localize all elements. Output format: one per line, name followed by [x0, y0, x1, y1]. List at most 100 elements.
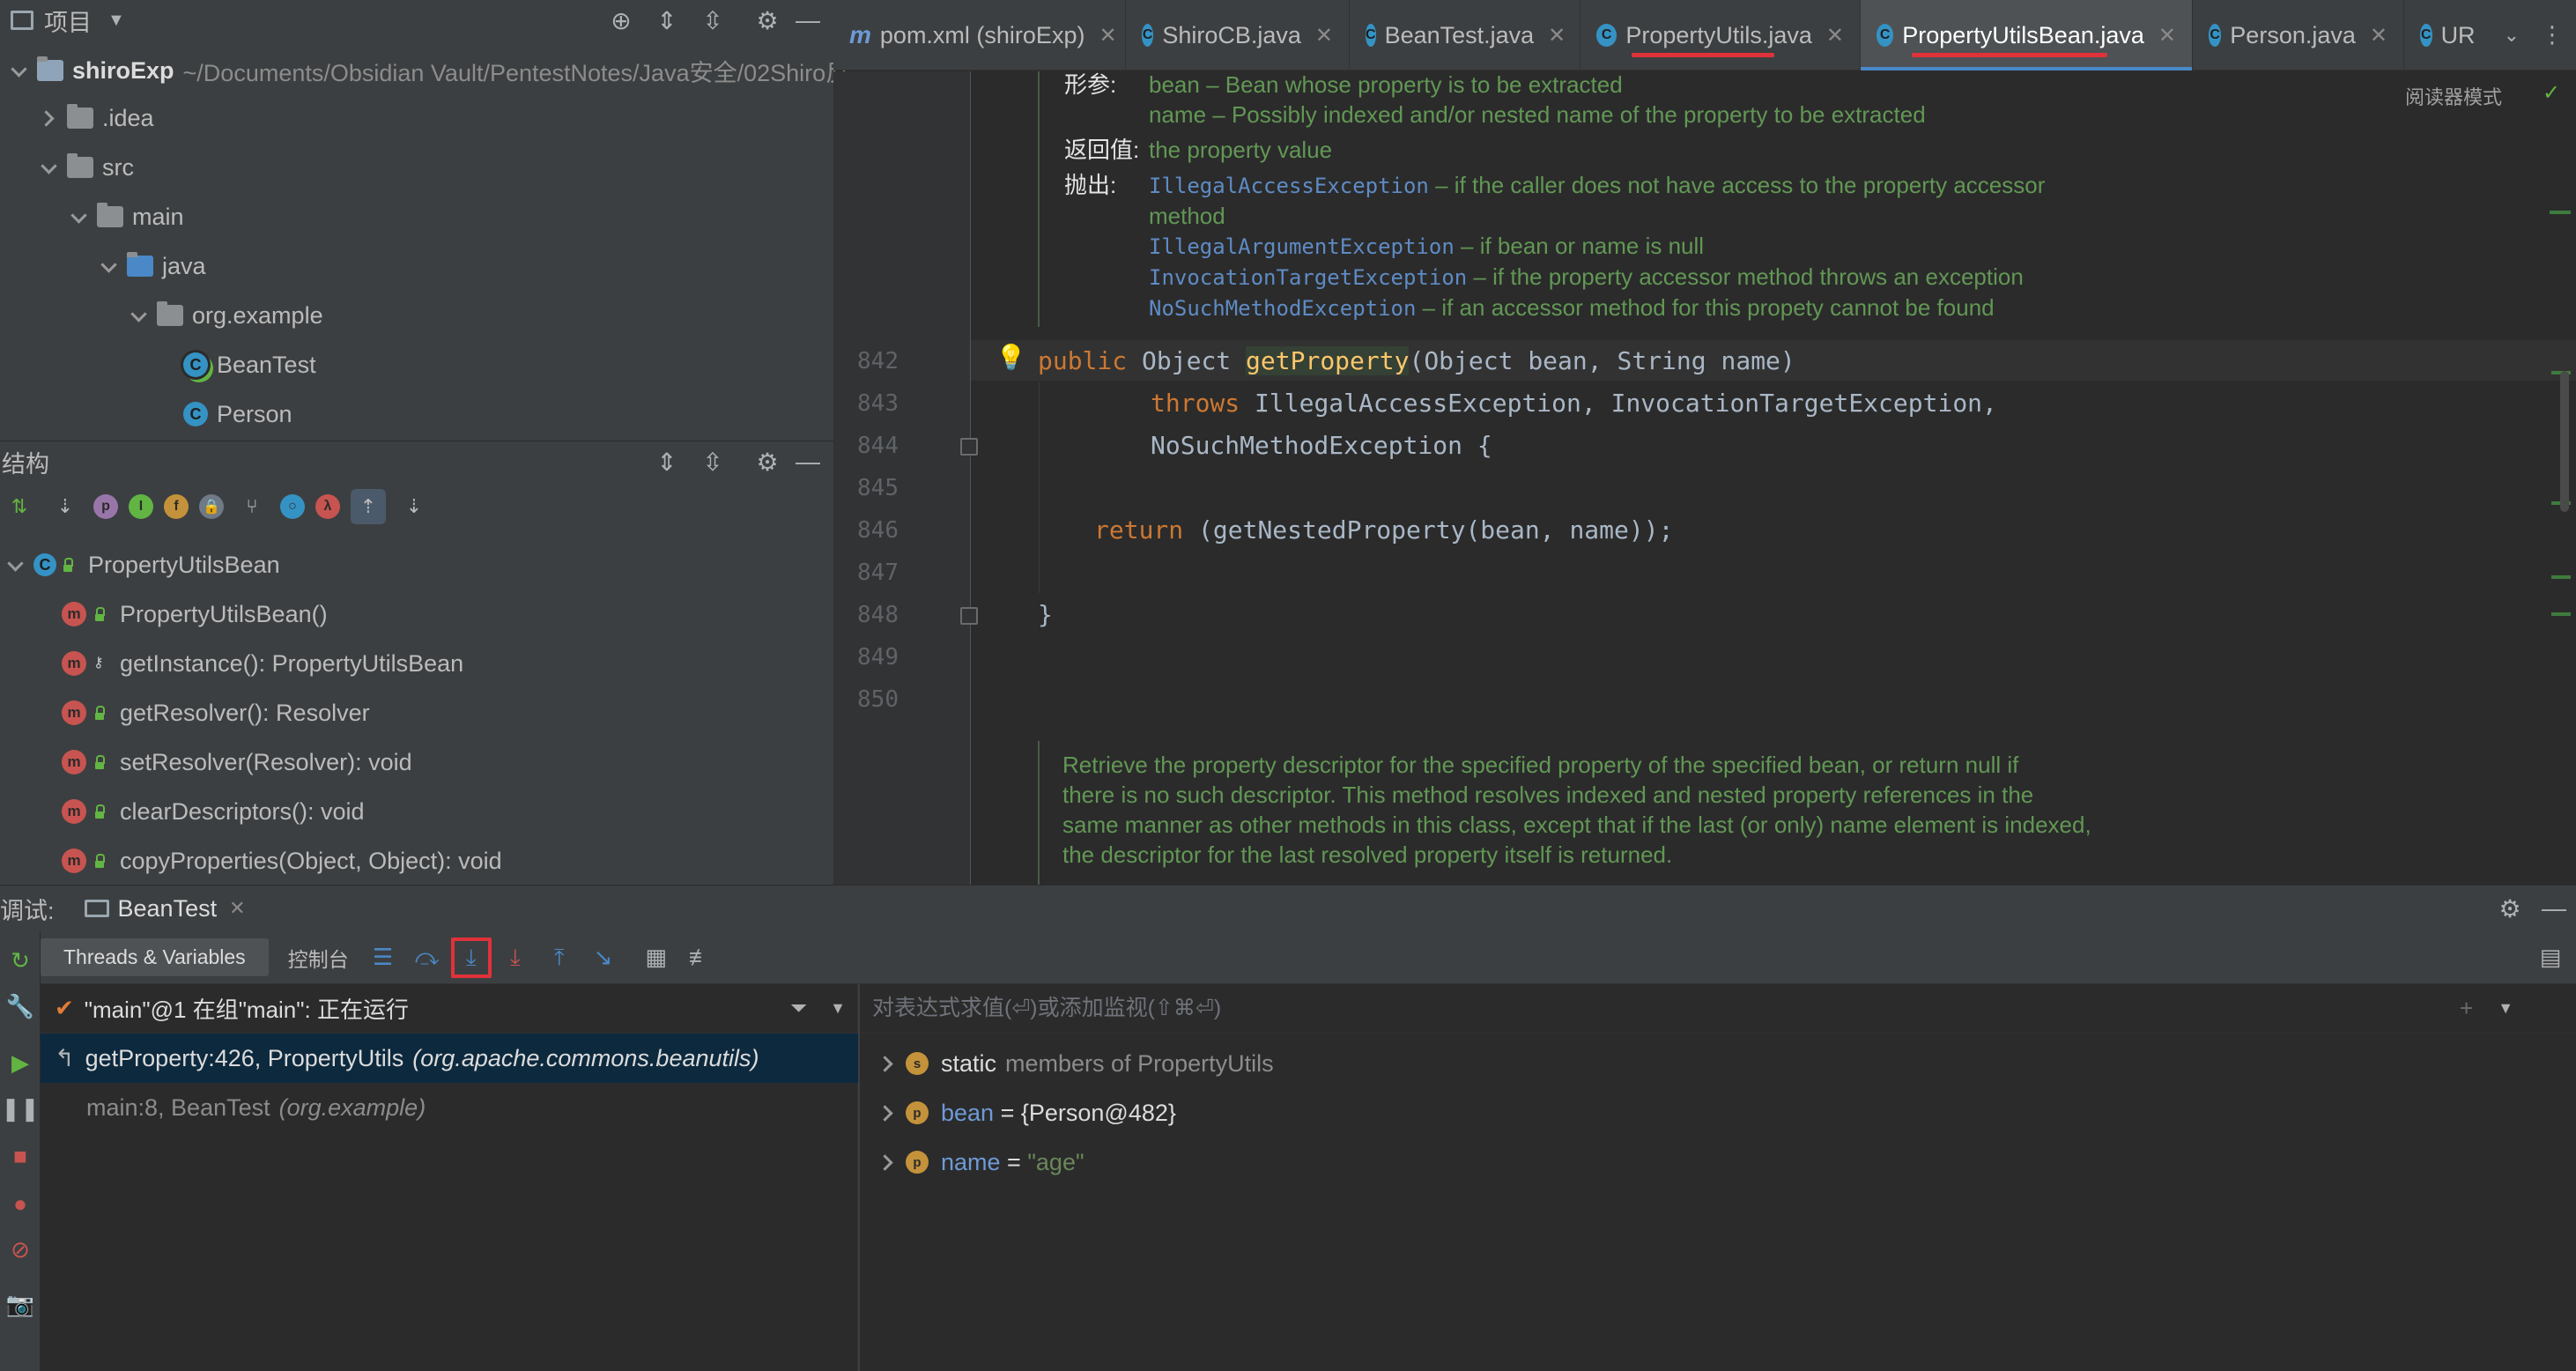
- evaluate-expression-input[interactable]: [872, 990, 2440, 1026]
- chevron-right-icon[interactable]: [877, 1152, 897, 1172]
- gear-icon[interactable]: ⚙: [752, 5, 782, 35]
- resume-icon[interactable]: ▶: [0, 1042, 41, 1083]
- force-step-into-icon[interactable]: ⤓: [495, 937, 536, 978]
- view-breakpoints-icon[interactable]: ●: [0, 1183, 41, 1224]
- variable-row-bean[interactable]: p bean = {Person@482}: [877, 1088, 1176, 1138]
- tree-item-idea[interactable]: .idea: [39, 93, 154, 143]
- structure-member[interactable]: m PropertyUtilsBean(): [62, 589, 328, 639]
- wrench-icon[interactable]: 🔧: [0, 986, 41, 1026]
- chevron-down-icon[interactable]: [9, 61, 28, 80]
- pause-icon[interactable]: ❚❚: [0, 1088, 41, 1129]
- stop-icon[interactable]: ■: [0, 1136, 41, 1176]
- show-non-public-icon[interactable]: 🔒: [199, 494, 224, 519]
- chevron-down-icon[interactable]: [39, 158, 58, 177]
- evaluate-expression-icon[interactable]: ▦: [636, 937, 677, 978]
- tab-threads-variables[interactable]: Threads & Variables: [41, 938, 269, 976]
- chevron-down-icon[interactable]: [99, 256, 118, 276]
- collapse-all-icon[interactable]: ⇳: [698, 5, 728, 35]
- tab-console[interactable]: 控制台: [288, 943, 349, 973]
- close-icon[interactable]: ✕: [2370, 23, 2387, 48]
- close-icon[interactable]: ✕: [1315, 23, 1333, 48]
- minimize-icon[interactable]: —: [793, 5, 823, 35]
- chevron-down-icon[interactable]: [5, 555, 25, 574]
- structure-member[interactable]: m setResolver(Resolver): void: [62, 737, 412, 787]
- tree-item-person[interactable]: C Person: [183, 389, 292, 439]
- mute-breakpoints-icon[interactable]: ⊘: [0, 1229, 41, 1270]
- layout-icon[interactable]: ▤: [2530, 937, 2571, 978]
- variable-row-static[interactable]: s static members of PropertyUtils: [877, 1039, 1274, 1088]
- hierarchy-icon[interactable]: ⑂: [234, 489, 270, 524]
- step-out-icon[interactable]: ⤒: [539, 937, 580, 978]
- tree-item-package[interactable]: org.example: [129, 291, 323, 340]
- camera-icon[interactable]: 📷: [0, 1284, 41, 1324]
- chevron-down-icon[interactable]: ▼: [2498, 999, 2513, 1018]
- close-icon[interactable]: ✕: [1826, 23, 1844, 48]
- tab-list-button[interactable]: ⌄ ⋮: [2491, 0, 2576, 70]
- locate-icon[interactable]: ⊕: [606, 5, 636, 35]
- chevron-down-icon[interactable]: ▼: [830, 999, 846, 1018]
- tab-propertyutilsbean[interactable]: C PropertyUtilsBean.java ✕: [1861, 0, 2193, 70]
- tree-item-beantest[interactable]: C BeanTest: [183, 340, 316, 389]
- close-icon[interactable]: ✕: [1548, 23, 1566, 48]
- structure-member[interactable]: m copyProperties(Object, Object): void: [62, 836, 502, 886]
- more-icon[interactable]: ⋮: [2541, 21, 2564, 48]
- tab-propertyutils[interactable]: C PropertyUtils.java ✕: [1580, 0, 1861, 70]
- step-over-icon[interactable]: ⤼: [407, 937, 448, 978]
- show-anonymous-icon[interactable]: ○: [280, 494, 305, 519]
- lightbulb-icon[interactable]: 💡: [996, 343, 1026, 372]
- tree-item-main[interactable]: main: [69, 192, 184, 241]
- exception-link[interactable]: NoSuchMethodException: [1149, 296, 1416, 321]
- close-icon[interactable]: ✕: [229, 897, 245, 920]
- expand-all-icon[interactable]: ⇕: [652, 447, 682, 477]
- close-icon[interactable]: ✕: [2158, 23, 2176, 48]
- project-panel-title[interactable]: 项目: [44, 4, 92, 38]
- scrollbar-thumb[interactable]: [2560, 371, 2569, 512]
- sort-alphabetically-icon[interactable]: ⇣: [48, 489, 83, 524]
- menu-icon[interactable]: ☰: [363, 937, 403, 978]
- tree-item-src[interactable]: src: [39, 143, 134, 192]
- fold-icon[interactable]: [960, 607, 978, 625]
- autoscroll-to-source-icon[interactable]: ⇡: [351, 489, 386, 524]
- chevron-right-icon[interactable]: [39, 108, 58, 128]
- trace-icon[interactable]: ≢: [680, 937, 721, 978]
- collapse-all-icon[interactable]: ⇳: [698, 447, 728, 477]
- chevron-down-icon[interactable]: ▼: [107, 11, 125, 31]
- tab-person[interactable]: C Person.java ✕: [2193, 0, 2404, 70]
- close-icon[interactable]: ✕: [1099, 23, 1116, 48]
- tab-beantest[interactable]: C BeanTest.java ✕: [1350, 0, 1580, 70]
- project-view-icon[interactable]: [11, 11, 33, 30]
- sort-by-visibility-icon[interactable]: ⇅: [2, 489, 37, 524]
- run-to-cursor-icon[interactable]: ↘: [583, 937, 624, 978]
- show-properties-icon[interactable]: p: [93, 494, 118, 519]
- structure-member[interactable]: m clearDescriptors(): void: [62, 787, 365, 836]
- chevron-right-icon[interactable]: [877, 1103, 897, 1123]
- chevron-down-icon[interactable]: [69, 207, 88, 226]
- reader-mode-button[interactable]: 阅读器模式: [2405, 82, 2502, 110]
- variable-row-name[interactable]: p name = "age": [877, 1138, 1084, 1187]
- rerun-icon[interactable]: ↻: [0, 940, 41, 981]
- code-editor[interactable]: 阅读器模式 ✓ 形参: bean – Bean whose property is…: [833, 71, 2576, 885]
- minimize-icon[interactable]: —: [2539, 893, 2569, 923]
- chevron-down-icon[interactable]: ⌄: [2504, 24, 2520, 47]
- gear-icon[interactable]: ⚙: [2495, 893, 2525, 923]
- step-into-icon[interactable]: ⤓: [450, 937, 492, 978]
- expand-all-icon[interactable]: ⇕: [652, 5, 682, 35]
- exception-link[interactable]: IllegalArgumentException: [1149, 234, 1455, 259]
- exception-link[interactable]: IllegalAccessException: [1149, 174, 1429, 198]
- structure-member[interactable]: m ⚷ getInstance(): PropertyUtilsBean: [62, 639, 463, 688]
- thread-selector[interactable]: ✔ "main"@1 在组"main": 正在运行 ⏷ ▼: [41, 984, 858, 1034]
- tab-shirocb[interactable]: C ShiroCB.java ✕: [1126, 0, 1350, 70]
- add-watch-icon[interactable]: +: [2460, 995, 2473, 1022]
- filter-icon[interactable]: ⏷: [790, 997, 807, 1021]
- minimize-icon[interactable]: —: [793, 447, 823, 477]
- debug-session-tab[interactable]: BeanTest ✕: [84, 895, 246, 923]
- stack-frame[interactable]: ↰ getProperty:426, PropertyUtils (org.ap…: [42, 1034, 759, 1083]
- exception-link[interactable]: InvocationTargetException: [1149, 265, 1467, 290]
- structure-member[interactable]: m getResolver(): Resolver: [62, 688, 370, 737]
- structure-class-node[interactable]: C PropertyUtilsBean: [5, 540, 280, 589]
- stack-frame[interactable]: main:8, BeanTest (org.example): [42, 1083, 426, 1132]
- tree-item-root[interactable]: shiroExp ~/Documents/Obsidian Vault/Pent…: [9, 46, 849, 95]
- fold-icon[interactable]: [960, 438, 978, 456]
- tab-pom[interactable]: m pom.xml (shiroExp) ✕: [833, 0, 1126, 70]
- tree-item-java[interactable]: java: [99, 241, 206, 291]
